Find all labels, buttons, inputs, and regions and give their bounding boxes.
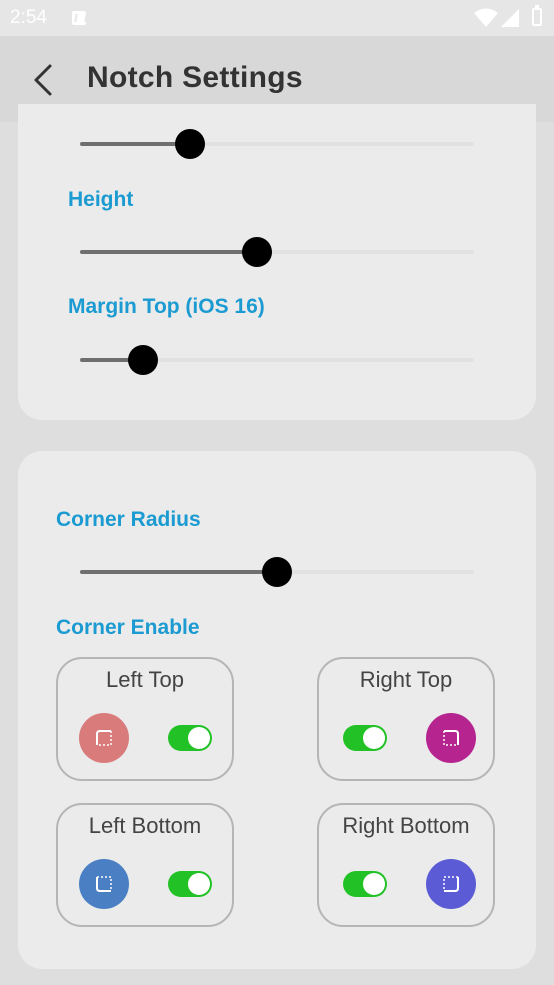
corner-right-top-label: Right Top [359,667,453,692]
slider-fill [80,570,277,574]
toggle-knob [363,727,385,749]
corner-right-top-color-button[interactable] [426,713,476,763]
corner-right-bottom-icon [443,876,459,892]
corner-card: Corner Radius Corner Enable Left Top Rig… [18,451,536,969]
corner-left-top-toggle[interactable] [168,725,212,751]
toggle-knob [188,727,210,749]
width-slider[interactable] [80,124,474,164]
corner-left-bottom-toggle[interactable] [168,871,212,897]
corner-left-bottom-icon [96,876,112,892]
back-button[interactable] [24,60,64,100]
toggle-knob [363,873,385,895]
corner-right-bottom-label: Right Bottom [342,813,470,838]
battery-icon [532,5,542,26]
corner-left-bottom-label: Left Bottom [88,813,202,838]
signal-icon [501,9,519,27]
slider-thumb[interactable] [262,557,292,587]
corner-left-top-color-button[interactable] [79,713,129,763]
margin-top-label: Margin Top (iOS 16) [68,295,265,318]
wifi-icon [474,8,498,27]
corner-right-bottom-box: Right Bottom [317,803,495,927]
corner-left-top-label: Left Top [106,667,184,692]
corner-right-top-box: Right Top [317,657,495,781]
notch-size-card: Height Margin Top (iOS 16) [18,104,536,420]
corner-radius-slider[interactable] [80,552,474,592]
corner-right-top-icon [443,730,459,746]
corner-left-bottom-box: Left Bottom [56,803,234,927]
corner-left-bottom-color-button[interactable] [79,859,129,909]
slider-thumb[interactable] [128,345,159,375]
toggle-knob [188,873,210,895]
page-title: Notch Settings [87,61,303,94]
slider-thumb[interactable] [175,129,206,159]
slider-thumb[interactable] [242,237,273,267]
slider-fill [80,142,191,146]
corner-radius-label: Corner Radius [56,508,201,531]
status-time: 2:54 [10,7,47,28]
corner-left-top-box: Left Top [56,657,234,781]
back-arrow-icon [34,64,52,96]
notification-icon [72,11,86,25]
slider-fill [80,250,258,254]
corner-right-bottom-color-button[interactable] [426,859,476,909]
corner-right-bottom-toggle[interactable] [343,871,387,897]
margin-top-slider[interactable] [80,340,474,380]
height-label: Height [68,188,134,211]
corner-enable-label: Corner Enable [56,616,200,639]
height-slider[interactable] [80,232,474,272]
corner-left-top-icon [96,730,112,746]
corner-right-top-toggle[interactable] [343,725,387,751]
status-bar: 2:54 [0,0,554,36]
